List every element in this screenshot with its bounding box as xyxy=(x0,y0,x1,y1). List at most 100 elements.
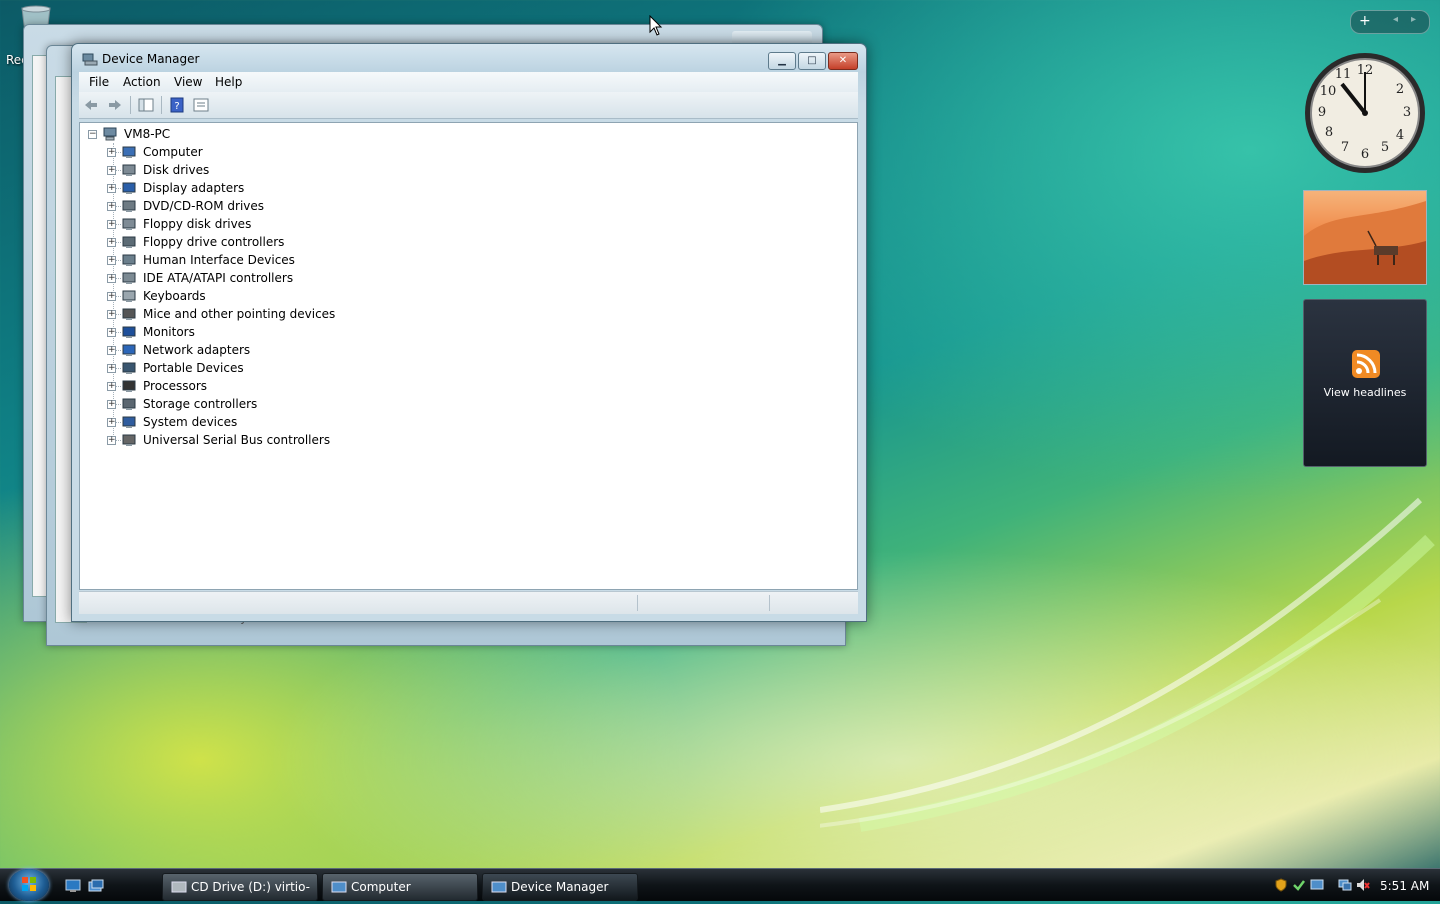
windows-logo-icon xyxy=(22,877,36,891)
storage-controller-icon xyxy=(122,398,136,410)
notification-area: 5:51 AM xyxy=(1266,873,1440,899)
title-bar[interactable]: Device Manager ▁ □ ✕ xyxy=(72,44,866,72)
tree-category-label: Floppy disk drives xyxy=(143,217,252,231)
expand-toggle[interactable]: + xyxy=(107,202,116,211)
device-manager-icon xyxy=(82,53,98,66)
taskbar-clock[interactable]: 5:51 AM xyxy=(1380,873,1429,899)
tree-category-node[interactable]: + Computer xyxy=(107,143,367,161)
expand-toggle[interactable]: + xyxy=(107,256,116,265)
tree-category-node[interactable]: + IDE ATA/ATAPI controllers xyxy=(107,269,367,287)
close-button[interactable]: ✕ xyxy=(828,52,858,70)
tree-category-label: Universal Serial Bus controllers xyxy=(143,433,331,447)
portable-device-icon xyxy=(122,362,136,374)
expand-toggle[interactable]: + xyxy=(107,364,116,373)
update-icon[interactable] xyxy=(1292,878,1306,892)
tree-category-node[interactable]: + Disk drives xyxy=(107,161,367,179)
tree-category-node[interactable]: + System devices xyxy=(107,413,367,431)
system-device-icon xyxy=(122,416,136,428)
menu-view[interactable]: View xyxy=(174,75,202,89)
display-adapter-icon xyxy=(122,182,136,194)
tree-category-node[interactable]: + Portable Devices xyxy=(107,359,367,377)
security-shield-icon[interactable] xyxy=(1274,878,1288,892)
expand-toggle[interactable]: + xyxy=(107,418,116,427)
tree-category-label: System devices xyxy=(143,415,238,429)
show-hide-console-tree-icon[interactable] xyxy=(138,97,154,113)
back-arrow-icon[interactable] xyxy=(83,97,99,113)
tree-category-node[interactable]: + Monitors xyxy=(107,323,367,341)
properties-icon[interactable] xyxy=(193,97,209,113)
menu-bar: File Action View Help xyxy=(79,72,858,92)
tree-category-node[interactable]: + Keyboards xyxy=(107,287,367,305)
expand-toggle[interactable]: + xyxy=(107,274,116,283)
device-tree[interactable]: − VM8-PC + Computer + Disk drives + Display a… xyxy=(79,122,858,590)
status-separator xyxy=(769,595,770,611)
task-cd-drive[interactable]: CD Drive (D:) virtio-... xyxy=(162,873,318,901)
sidebar-controls: + ◂ ▸ xyxy=(1350,10,1430,34)
task-device-manager[interactable]: Device Manager xyxy=(482,873,638,901)
processor-icon xyxy=(122,380,136,392)
tree-category-node[interactable]: + Human Interface Devices xyxy=(107,251,367,269)
volume-muted-icon[interactable] xyxy=(1356,878,1370,892)
network-icon[interactable] xyxy=(1338,878,1352,892)
tree-category-node[interactable]: + Mice and other pointing devices xyxy=(107,305,367,323)
feed-headlines-gadget[interactable]: View headlines xyxy=(1303,299,1427,467)
svg-text:8: 8 xyxy=(1325,125,1333,140)
tree-category-node[interactable]: + DVD/CD-ROM drives xyxy=(107,197,367,215)
tree-category-node[interactable]: + Floppy disk drives xyxy=(107,215,367,233)
show-desktop-icon[interactable] xyxy=(65,879,81,893)
expand-toggle[interactable]: + xyxy=(107,184,116,193)
expand-toggle[interactable]: + xyxy=(107,292,116,301)
add-gadget-icon[interactable]: + xyxy=(1359,13,1371,29)
tree-category-node[interactable]: + Storage controllers xyxy=(107,395,367,413)
slideshow-gadget[interactable] xyxy=(1303,190,1427,285)
menu-action[interactable]: Action xyxy=(123,75,161,89)
keyboard-icon xyxy=(122,290,136,302)
start-button[interactable] xyxy=(9,869,49,901)
previous-page-icon[interactable]: ◂ xyxy=(1393,14,1398,25)
collapse-toggle[interactable]: − xyxy=(88,130,97,139)
dvd-drive-icon xyxy=(122,200,136,212)
clock-gadget[interactable]: 12 2 3 4 5 6 7 8 9 10 11 xyxy=(1302,50,1428,176)
tree-category-node[interactable]: + Display adapters xyxy=(107,179,367,197)
svg-text:9: 9 xyxy=(1318,105,1326,120)
expand-toggle[interactable]: + xyxy=(107,238,116,247)
expand-toggle[interactable]: + xyxy=(107,220,116,229)
svg-text:6: 6 xyxy=(1361,147,1369,162)
menu-file[interactable]: File xyxy=(89,75,109,89)
expand-toggle[interactable]: + xyxy=(107,328,116,337)
expand-toggle[interactable]: + xyxy=(107,346,116,355)
expand-toggle[interactable]: + xyxy=(107,148,116,157)
forward-arrow-icon[interactable] xyxy=(107,97,123,113)
next-page-icon[interactable]: ▸ xyxy=(1411,14,1416,25)
toolbar-separator xyxy=(130,96,131,114)
help-icon[interactable]: ? xyxy=(169,97,185,113)
expand-toggle[interactable]: + xyxy=(107,436,116,445)
task-computer[interactable]: Computer xyxy=(322,873,478,901)
menu-help[interactable]: Help xyxy=(215,75,242,89)
tree-category-node[interactable]: + Floppy drive controllers xyxy=(107,233,367,251)
switch-windows-icon[interactable] xyxy=(88,879,104,893)
minimize-button[interactable]: ▁ xyxy=(768,52,796,70)
tree-category-label: Computer xyxy=(143,145,203,159)
tree-category-label: Storage controllers xyxy=(143,397,258,411)
tree-root-node[interactable]: − VM8-PC xyxy=(88,125,288,143)
expand-toggle[interactable]: + xyxy=(107,382,116,391)
device-manager-window[interactable]: Device Manager ▁ □ ✕ File Action View He… xyxy=(71,43,867,622)
view-headlines-link[interactable]: View headlines xyxy=(1304,386,1426,399)
tree-category-node[interactable]: + Universal Serial Bus controllers xyxy=(107,431,367,449)
expand-toggle[interactable]: + xyxy=(107,400,116,409)
floppy-drive-icon xyxy=(122,218,136,230)
device-manager-icon xyxy=(491,881,507,893)
expand-toggle[interactable]: + xyxy=(107,166,116,175)
tree-category-label: DVD/CD-ROM drives xyxy=(143,199,265,213)
svg-text:3: 3 xyxy=(1403,105,1411,120)
svg-text:2: 2 xyxy=(1396,82,1404,97)
tree-category-node[interactable]: + Network adapters xyxy=(107,341,367,359)
svg-text:7: 7 xyxy=(1341,140,1349,155)
network-status-icon[interactable] xyxy=(1310,878,1324,892)
expand-toggle[interactable]: + xyxy=(107,310,116,319)
maximize-button[interactable]: □ xyxy=(798,52,826,70)
floppy-controller-icon xyxy=(122,236,136,248)
tree-category-node[interactable]: + Processors xyxy=(107,377,367,395)
tree-category-label: Portable Devices xyxy=(143,361,244,375)
